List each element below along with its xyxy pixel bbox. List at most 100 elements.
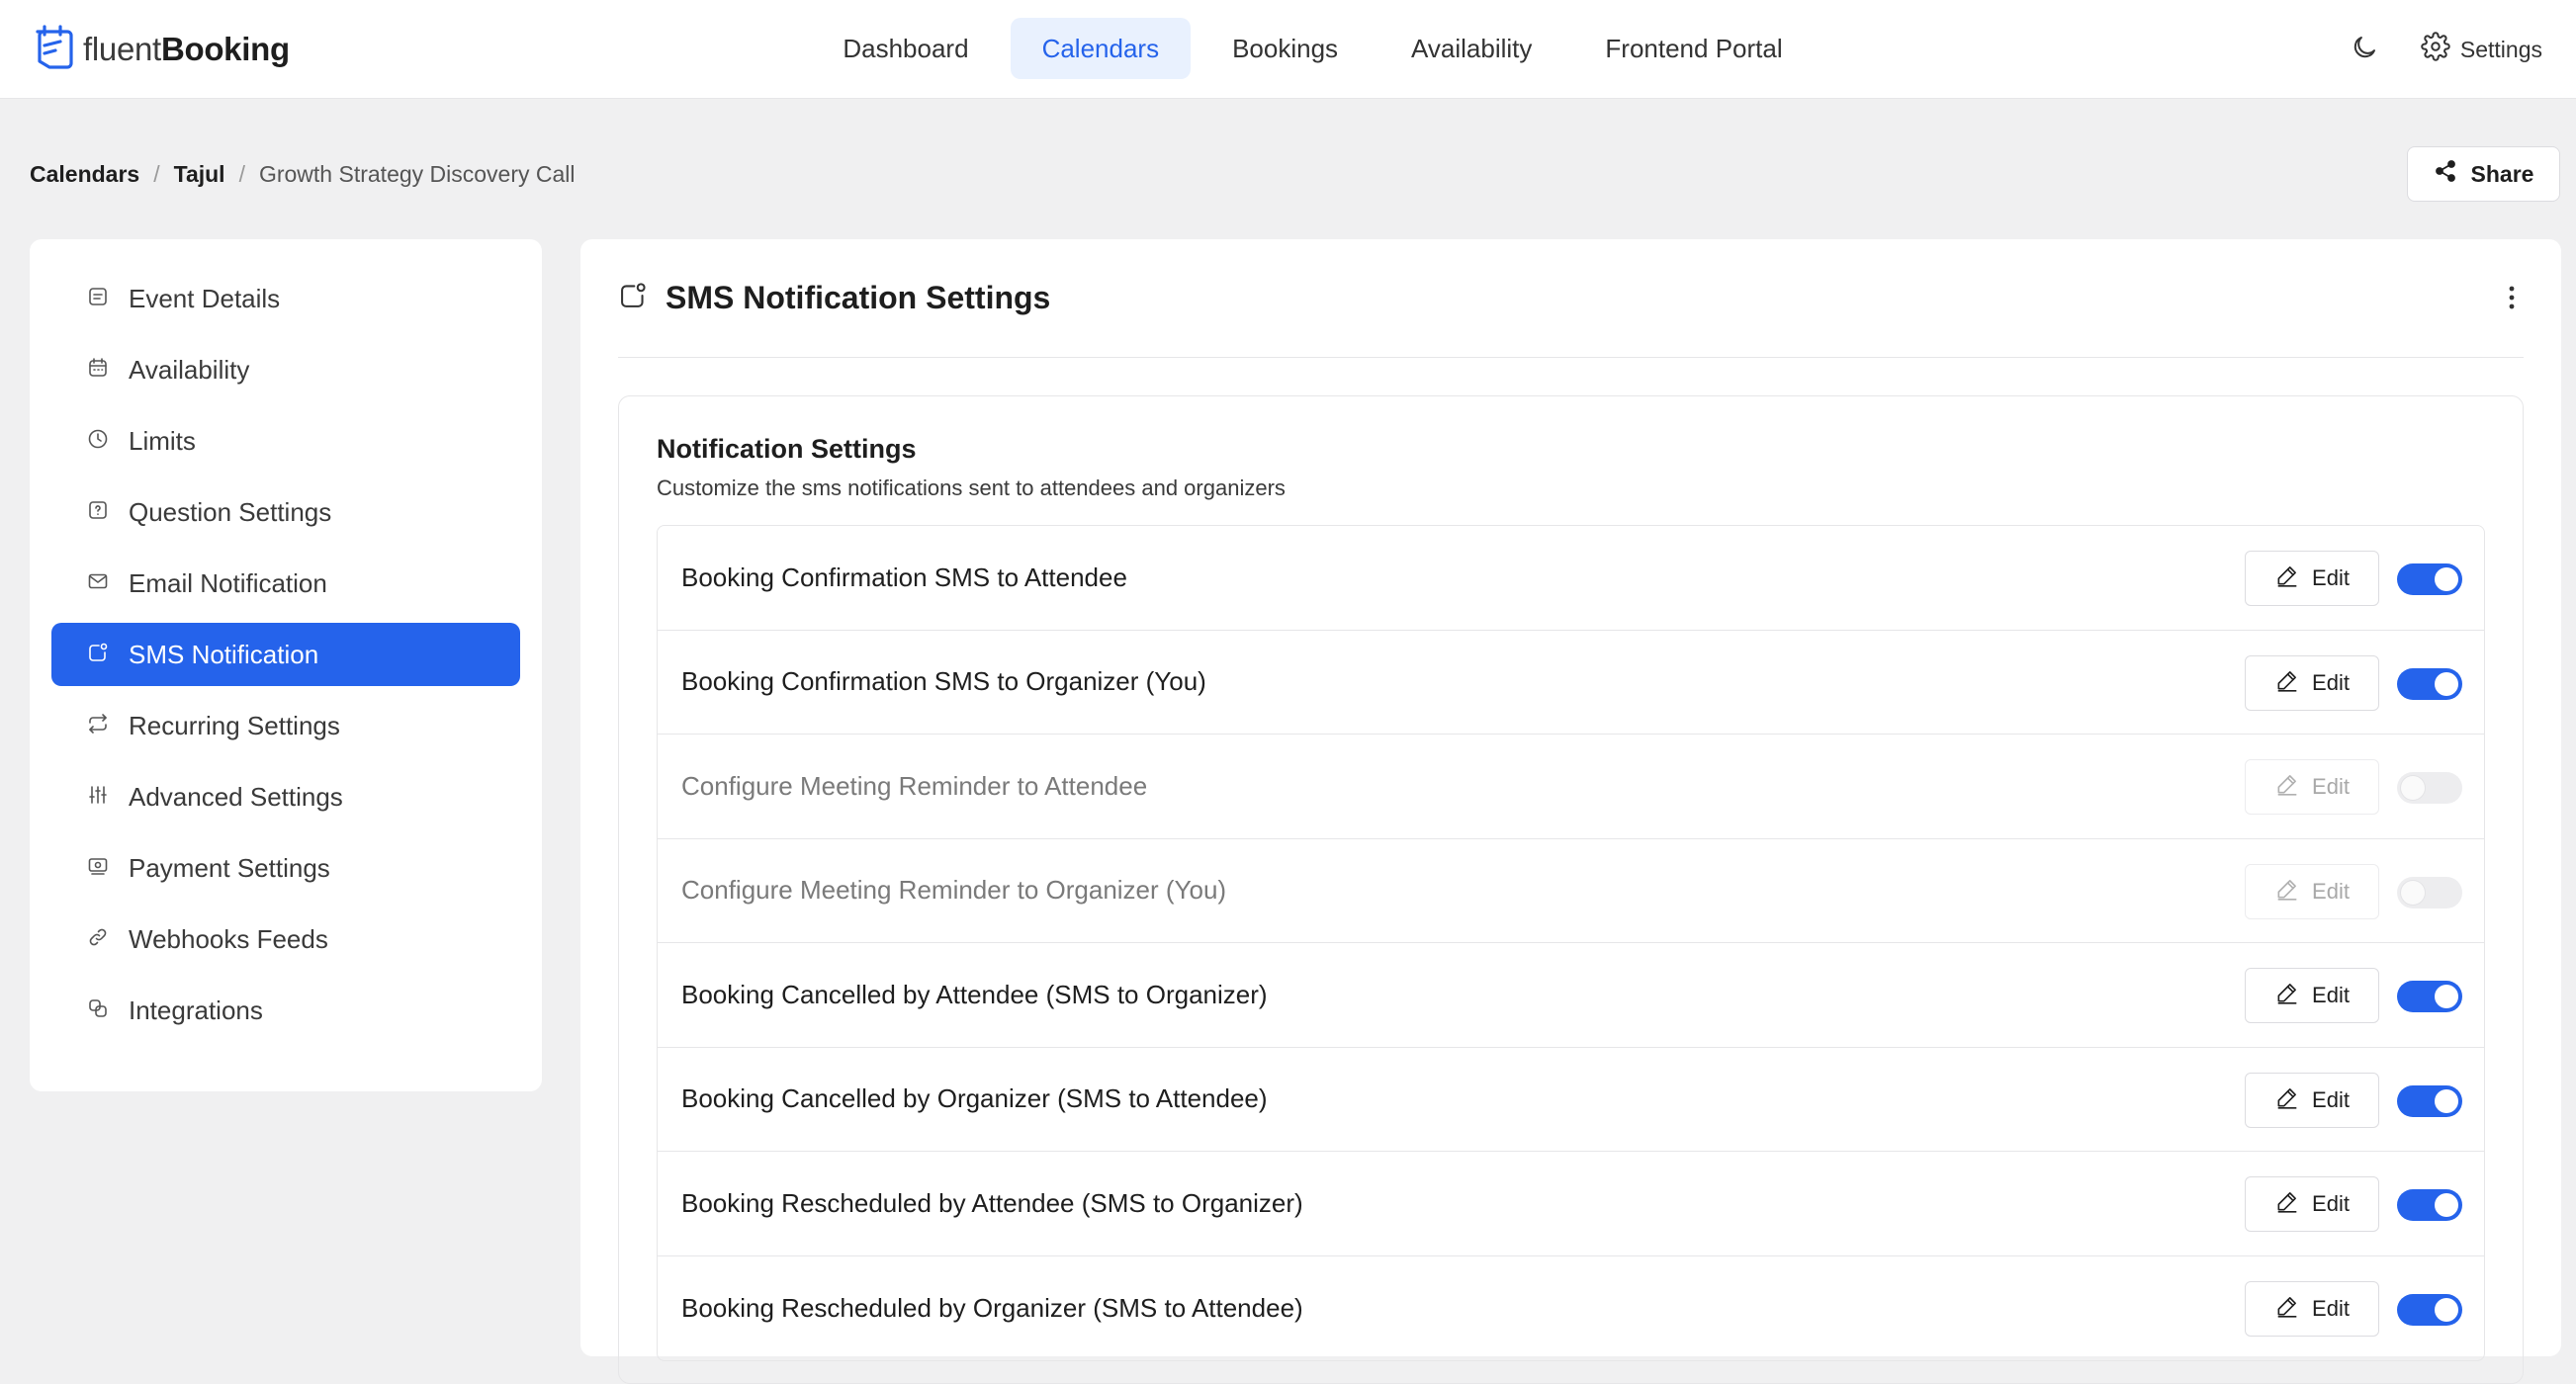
edit-button[interactable]: Edit — [2245, 1176, 2379, 1232]
notification-row: Configure Meeting Reminder to Organizer … — [658, 839, 2484, 943]
sidebar-item-sms-notification[interactable]: SMS Notification — [51, 623, 520, 686]
pencil-icon — [2274, 562, 2300, 594]
gear-icon — [2421, 32, 2450, 67]
sidebar-item-question-settings[interactable]: Question Settings — [51, 480, 520, 544]
notification-label: Booking Rescheduled by Organizer (SMS to… — [681, 1292, 1303, 1323]
toggle-knob — [2435, 671, 2458, 696]
card-title: Notification Settings — [657, 434, 917, 464]
breadcrumb: Calendars / Tajul / Growth Strategy Disc… — [30, 158, 576, 190]
edit-button[interactable]: Edit — [2245, 551, 2379, 606]
sidebar-item-recurring-settings[interactable]: Recurring Settings — [51, 694, 520, 757]
sidebar-item-label: Question Settings — [129, 496, 332, 527]
kebab-icon[interactable] — [2500, 285, 2524, 312]
sidebar-item-label: Email Notification — [129, 567, 327, 598]
notification-toggle[interactable] — [2397, 563, 2462, 595]
settings-link[interactable]: Settings — [2421, 32, 2542, 67]
toggle-knob — [2401, 880, 2425, 905]
calendar-icon — [87, 355, 109, 386]
edit-label: Edit — [2312, 1191, 2350, 1216]
edit-label: Edit — [2312, 774, 2350, 799]
payment-icon — [87, 853, 109, 884]
sidebar-item-label: Webhooks Feeds — [129, 923, 328, 954]
integrations-icon — [87, 995, 109, 1026]
edit-button[interactable]: Edit — [2245, 968, 2379, 1023]
edit-button[interactable]: Edit — [2245, 654, 2379, 711]
share-icon — [2434, 159, 2457, 189]
notification-toggle[interactable] — [2397, 1293, 2462, 1326]
event-details-icon — [87, 284, 109, 314]
top-right-controls: Settings — [2350, 28, 2542, 71]
notification-row: Booking Confirmation SMS to Organizer (Y… — [658, 631, 2484, 735]
nav-dashboard[interactable]: Dashboard — [811, 18, 1000, 79]
sidebar-item-integrations[interactable]: Integrations — [51, 979, 520, 1042]
moon-icon[interactable] — [2350, 33, 2379, 67]
notification-label: Configure Meeting Reminder to Attendee — [681, 770, 1148, 801]
sms-icon — [618, 281, 648, 315]
toggle-knob — [2401, 776, 2425, 800]
sidebar-item-label: Integrations — [129, 995, 263, 1025]
main-panel: SMS Notification Settings Notification S… — [580, 239, 2561, 1384]
toggle-knob — [2435, 1193, 2458, 1217]
edit-label: Edit — [2312, 878, 2350, 904]
breadcrumb-calendars[interactable]: Calendars — [30, 161, 139, 188]
share-button[interactable]: Share — [2407, 146, 2560, 202]
pencil-icon — [2274, 1188, 2300, 1220]
edit-label: Edit — [2312, 1086, 2350, 1112]
notification-label: Booking Cancelled by Organizer (SMS to A… — [681, 1083, 1268, 1114]
breadcrumb-separator: / — [153, 160, 160, 187]
sidebar-item-event-details[interactable]: Event Details — [51, 267, 520, 330]
edit-button[interactable]: Edit — [2245, 1280, 2379, 1337]
notification-row: Configure Meeting Reminder to Attendee E… — [658, 735, 2484, 839]
card-subtitle: Customize the sms notifications sent to … — [657, 476, 1286, 500]
sidebar-item-payment-settings[interactable]: Payment Settings — [51, 836, 520, 900]
edit-label: Edit — [2312, 983, 2350, 1007]
notification-label: Booking Confirmation SMS to Attendee — [681, 562, 1127, 592]
breadcrumb-separator: / — [238, 160, 245, 187]
notification-toggle[interactable] — [2397, 981, 2462, 1012]
clock-icon — [87, 426, 109, 457]
sidebar-item-label: Advanced Settings — [129, 781, 343, 812]
notification-toggle[interactable] — [2397, 1189, 2462, 1221]
notification-label: Booking Rescheduled by Attendee (SMS to … — [681, 1187, 1303, 1218]
pencil-icon — [2274, 667, 2300, 699]
notification-row: Booking Cancelled by Organizer (SMS to A… — [658, 1048, 2484, 1152]
breadcrumb-host[interactable]: Tajul — [174, 161, 225, 188]
notification-toggle[interactable] — [2397, 876, 2462, 908]
notification-row: Booking Confirmation SMS to Attendee Edi… — [658, 526, 2484, 631]
nav-bookings[interactable]: Bookings — [1200, 18, 1370, 79]
notification-toggle[interactable] — [2397, 667, 2462, 700]
nav-frontend-portal[interactable]: Frontend Portal — [1573, 18, 1814, 79]
sidebar-item-advanced-settings[interactable]: Advanced Settings — [51, 765, 520, 828]
edit-button[interactable]: Edit — [2245, 863, 2379, 919]
sliders-icon — [87, 782, 109, 813]
sidebar-item-limits[interactable]: Limits — [51, 409, 520, 473]
pencil-icon — [2274, 1293, 2300, 1325]
pencil-icon — [2274, 771, 2300, 803]
link-icon — [87, 924, 109, 955]
sms-icon — [87, 640, 109, 670]
sidebar-item-label: SMS Notification — [129, 639, 319, 669]
sidebar-item-label: Event Details — [129, 283, 281, 313]
settings-sidebar: Event Details Availability Limits Questi… — [30, 239, 542, 1091]
main-nav: Dashboard Calendars Bookings Availabilit… — [0, 18, 2576, 79]
sidebar-item-email-notification[interactable]: Email Notification — [51, 552, 520, 615]
sidebar-item-label: Limits — [129, 425, 196, 456]
notification-label: Booking Confirmation SMS to Organizer (Y… — [681, 666, 1206, 697]
pencil-icon — [2274, 876, 2300, 908]
nav-calendars[interactable]: Calendars — [1010, 18, 1192, 79]
notification-row: Booking Cancelled by Attendee (SMS to Or… — [658, 943, 2484, 1048]
edit-button[interactable]: Edit — [2245, 759, 2379, 815]
sidebar-item-availability[interactable]: Availability — [51, 338, 520, 401]
panel-header: SMS Notification Settings — [618, 239, 2524, 358]
nav-availability[interactable]: Availability — [1379, 18, 1563, 79]
notification-toggle[interactable] — [2397, 1084, 2462, 1117]
envelope-icon — [87, 568, 109, 599]
notification-list: Booking Confirmation SMS to Attendee Edi… — [657, 525, 2485, 1361]
breadcrumb-event: Growth Strategy Discovery Call — [258, 160, 576, 187]
sidebar-item-webhooks-feeds[interactable]: Webhooks Feeds — [51, 908, 520, 971]
notification-toggle[interactable] — [2397, 772, 2462, 804]
edit-button[interactable]: Edit — [2245, 1072, 2379, 1128]
pencil-icon — [2274, 980, 2300, 1011]
toggle-knob — [2435, 567, 2458, 591]
notification-row: Booking Rescheduled by Organizer (SMS to… — [658, 1256, 2484, 1361]
